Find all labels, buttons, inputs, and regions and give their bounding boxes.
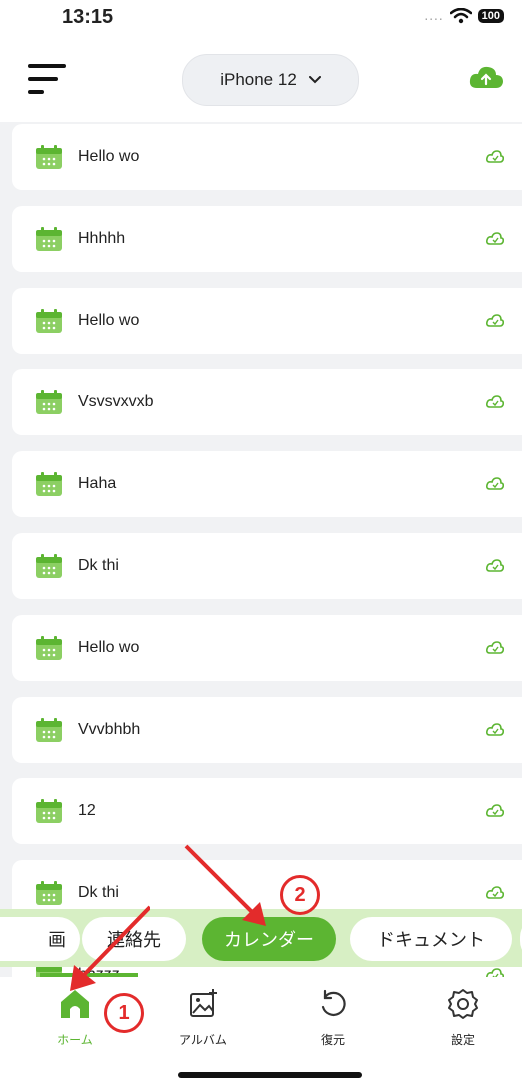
sync-icon[interactable] <box>486 313 504 328</box>
list-item-label: Vvvbhbh <box>78 720 141 738</box>
list-item[interactable]: 12 <box>12 778 522 845</box>
calendar-icon <box>36 881 62 906</box>
list-item[interactable]: Hello wo <box>12 614 522 681</box>
tab-label: ドキュメント <box>377 930 485 951</box>
annotation-marker-2: 2 <box>280 875 320 915</box>
list-item-label: Hello wo <box>78 311 140 329</box>
sync-icon[interactable] <box>486 395 504 409</box>
nav-label: アルバム <box>179 1033 227 1047</box>
list-item-label: Hhhhh <box>78 229 126 247</box>
sync-icon[interactable] <box>486 722 504 737</box>
list-item[interactable]: Vsvsvxvxb <box>12 369 522 436</box>
cloud-upload-icon[interactable] <box>468 64 504 90</box>
calendar-icon <box>36 799 62 824</box>
calendar-icon <box>36 226 62 251</box>
sync-icon[interactable] <box>486 804 504 818</box>
calendar-icon <box>36 472 62 497</box>
nav-label: 設定 <box>450 1033 475 1047</box>
list-item[interactable]: Vvvbhbh <box>12 696 522 763</box>
list-item[interactable]: Haha <box>12 451 522 518</box>
home-indicator <box>178 1072 362 1078</box>
sync-icon[interactable] <box>486 477 504 491</box>
list-item-label: Dk thi <box>78 884 119 902</box>
list-item[interactable]: Hello wo <box>12 287 522 354</box>
calendar-icon <box>36 390 62 415</box>
calendar-icon <box>36 635 62 660</box>
menu-icon[interactable] <box>28 62 68 96</box>
list-item-label: Hello wo <box>78 638 140 656</box>
album-icon <box>190 989 217 1017</box>
nav-label: ホーム <box>57 1033 93 1047</box>
tab-documents[interactable]: ドキュメント <box>350 917 512 961</box>
nav-label: 復元 <box>320 1033 345 1047</box>
list-item-label: 12 <box>78 802 96 820</box>
status-bar: 13:15 .... 100 <box>0 0 522 40</box>
sync-icon[interactable] <box>486 559 504 573</box>
wifi-icon <box>449 8 472 24</box>
sync-icon[interactable] <box>486 640 504 655</box>
list-item[interactable]: Hello wo <box>12 124 522 190</box>
list-item[interactable]: Dk thi <box>12 532 522 599</box>
battery-indicator: 100 <box>477 9 504 23</box>
nav-album[interactable]: アルバム <box>158 987 248 1048</box>
list-item-label: Vsvsvxvxb <box>78 393 154 411</box>
status-icons: .... 100 <box>424 8 504 24</box>
chevron-down-icon <box>308 76 321 84</box>
calendar-icon <box>36 145 62 169</box>
list-item-label: Dk thi <box>78 556 119 574</box>
device-label: iPhone 12 <box>220 70 297 89</box>
calendar-icon <box>36 308 62 333</box>
settings-icon <box>448 989 478 1019</box>
restore-icon <box>321 989 346 1016</box>
sync-icon[interactable] <box>486 886 504 900</box>
nav-restore[interactable]: 復元 <box>288 987 378 1048</box>
calendar-icon <box>36 553 62 578</box>
app-header: iPhone 12 <box>0 40 522 122</box>
calendar-icon <box>36 717 62 742</box>
signal-dots: .... <box>424 9 444 23</box>
annotation-marker-1: 1 <box>104 993 144 1033</box>
sync-icon[interactable] <box>486 150 504 164</box>
list-item-label: Haha <box>78 475 117 493</box>
status-time: 13:15 <box>62 6 114 28</box>
sync-icon[interactable] <box>486 231 504 246</box>
list-item[interactable]: Hhhhh <box>12 205 522 272</box>
nav-settings[interactable]: 設定 <box>418 987 508 1048</box>
list-item-label: Hello wo <box>78 148 140 165</box>
device-selector[interactable]: iPhone 12 <box>182 54 359 106</box>
